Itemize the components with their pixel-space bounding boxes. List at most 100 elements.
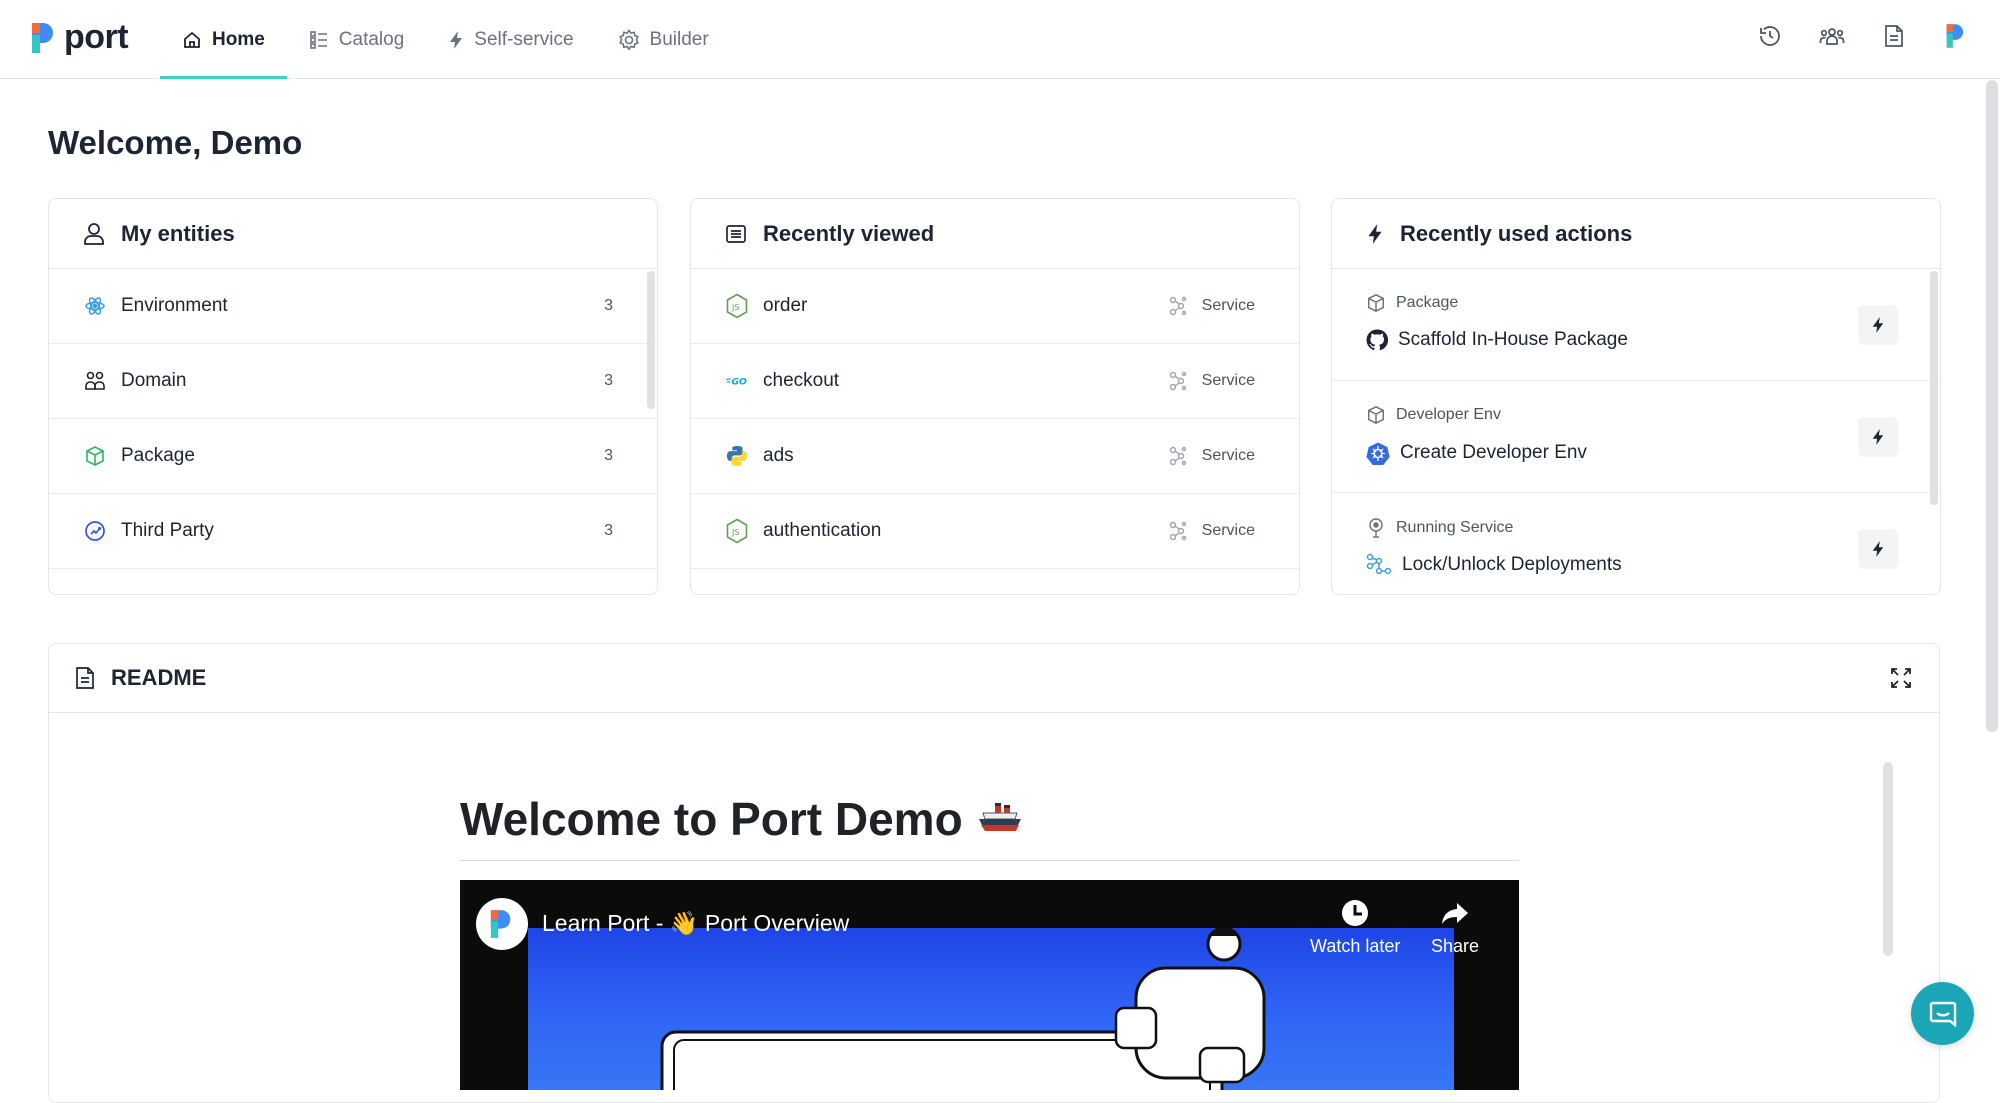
lightning-icon [1368, 223, 1382, 244]
watch-later-label: Watch later [1310, 936, 1401, 956]
nav-builder-label: Builder [649, 28, 709, 50]
action-name: Scaffold In-House Package [1366, 329, 1628, 351]
share-button[interactable]: Share [1431, 898, 1479, 957]
recent-type-label: Service [1201, 372, 1255, 389]
nav-builder[interactable]: Builder [596, 0, 731, 79]
action-row-create-developer-env[interactable]: Developer Env Create Developer Env [1332, 381, 1940, 493]
top-navigation-bar: port Home Catalog Self-service Builder [0, 0, 2000, 79]
port-logo-icon [32, 22, 53, 53]
recent-type-label: Service [1201, 522, 1255, 539]
ship-icon [978, 803, 1021, 831]
chat-icon [1929, 1001, 1956, 1027]
port-logo-icon [490, 910, 511, 938]
support-chat-button[interactable] [1911, 982, 1974, 1045]
lightning-icon [1872, 429, 1884, 445]
entity-label: Environment [121, 295, 228, 316]
recent-type: Service [1168, 446, 1255, 466]
nav-self-service-label: Self-service [474, 28, 574, 50]
action-blueprint: Running Service [1366, 517, 1513, 539]
readme-scrollbar[interactable] [1883, 762, 1893, 956]
domain-icon [83, 369, 107, 393]
recent-type-label: Service [1201, 297, 1255, 314]
entity-label: Domain [121, 370, 187, 391]
action-row-scaffold-package[interactable]: Package Scaffold In-House Package [1332, 269, 1940, 381]
readme-title: README [111, 665, 207, 690]
recent-row-checkout[interactable]: GO checkout Service [691, 344, 1299, 419]
nav-catalog-label: Catalog [338, 28, 405, 50]
recent-row-order[interactable]: JS order Service [691, 269, 1299, 344]
recent-type: Service [1168, 296, 1255, 316]
users-button[interactable] [1818, 22, 1846, 50]
lightning-icon [1872, 317, 1884, 333]
service-icon [1169, 521, 1186, 541]
run-action-button[interactable] [1858, 417, 1898, 457]
document-icon [76, 667, 94, 689]
watch-later-button[interactable]: Watch later [1310, 898, 1400, 957]
action-type-label: Package [1396, 294, 1459, 311]
expand-button[interactable] [1889, 666, 1913, 695]
entity-row-environment[interactable]: Environment 3 [49, 269, 657, 344]
share-label: Share [1431, 936, 1480, 956]
recent-label: ads [763, 445, 794, 466]
history-icon [1760, 26, 1780, 46]
action-name-label: Lock/Unlock Deployments [1402, 554, 1622, 575]
share-icon [1442, 903, 1469, 924]
organization-button[interactable] [1942, 22, 1970, 50]
video-player[interactable]: Learn Port - 👋 Port Overview Watch later… [460, 880, 1519, 1090]
video-title[interactable]: Learn Port - 👋 Port Overview [542, 910, 849, 937]
recent-type: Service [1168, 521, 1255, 541]
readme-heading: Welcome to Port Demo [460, 792, 1519, 861]
recent-row-ads[interactable]: ads Service [691, 419, 1299, 494]
entities-scrollbar[interactable] [647, 271, 655, 409]
service-icon [1169, 296, 1186, 316]
lightning-icon [1872, 541, 1884, 557]
entity-row-third-party[interactable]: Third Party 3 [49, 494, 657, 569]
action-name-label: Scaffold In-House Package [1398, 329, 1628, 350]
service-icon [1169, 446, 1186, 466]
recently-viewed-title: Recently viewed [763, 220, 935, 246]
readme-header: README [49, 644, 1939, 713]
readme-widget: README Welcome to Port Demo Learn Port -… [48, 643, 1940, 1103]
action-name: Lock/Unlock Deployments [1366, 553, 1622, 577]
action-name: Create Developer Env [1366, 441, 1587, 465]
recent-row-authentication[interactable]: JS authentication Service [691, 494, 1299, 569]
workflow-icon [1366, 553, 1392, 575]
expand-icon [1891, 668, 1911, 688]
kubernetes-icon [1366, 442, 1390, 465]
recent-label: order [763, 295, 808, 316]
app-name: port [64, 18, 129, 56]
document-icon [1885, 25, 1903, 47]
nav-self-service[interactable]: Self-service [426, 0, 595, 79]
audit-log-button[interactable] [1756, 22, 1784, 50]
my-entities-header: My entities [49, 199, 657, 269]
documentation-button[interactable] [1880, 22, 1908, 50]
clock-icon [1342, 900, 1369, 926]
port-logo[interactable]: port [30, 18, 129, 57]
recent-type-label: Service [1201, 447, 1255, 464]
action-blueprint: Developer Env [1366, 405, 1501, 425]
entity-count: 3 [604, 522, 613, 539]
github-icon [1366, 329, 1388, 351]
port-logo-icon [1946, 24, 1964, 48]
recently-viewed-card: Recently viewed JS order Service GO chec… [690, 198, 1300, 595]
nav-home[interactable]: Home [160, 0, 287, 79]
package-icon [83, 444, 107, 468]
go-icon: GO [725, 369, 749, 393]
page-scrollbar[interactable] [1986, 80, 1998, 732]
run-action-button[interactable] [1858, 305, 1898, 345]
nav-catalog[interactable]: Catalog [287, 0, 427, 79]
action-type-label: Developer Env [1396, 406, 1501, 423]
users-icon [1819, 28, 1845, 45]
action-row-lock-unlock-deployments[interactable]: Running Service Lock/Unlock Deployments [1332, 493, 1940, 594]
svg-text:JS: JS [731, 528, 739, 537]
entity-row-domain[interactable]: Domain 3 [49, 344, 657, 419]
recent-actions-header: Recently used actions [1332, 199, 1940, 269]
entity-label: Package [121, 445, 195, 466]
recently-viewed-header: Recently viewed [691, 199, 1299, 269]
channel-avatar[interactable] [476, 898, 528, 950]
actions-scrollbar[interactable] [1930, 271, 1938, 505]
entity-row-package[interactable]: Package 3 [49, 419, 657, 494]
service-icon [1169, 371, 1186, 391]
my-entities-title: My entities [121, 220, 235, 246]
run-action-button[interactable] [1858, 529, 1898, 569]
